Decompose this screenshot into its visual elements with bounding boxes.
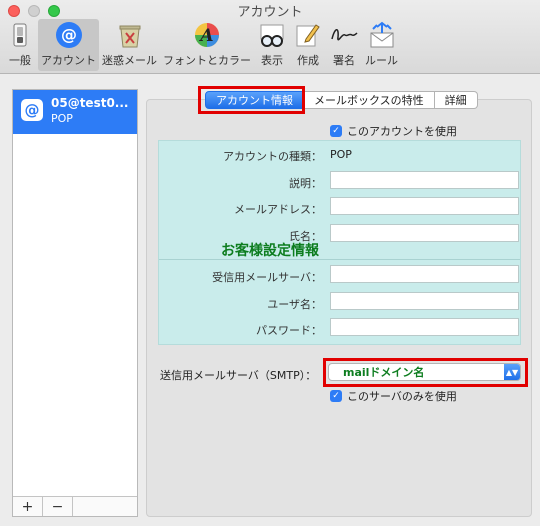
account-name: 05@test0... (51, 96, 129, 110)
customer-settings-title: お客様設定情報 (221, 243, 319, 259)
at-sign-icon: @ (54, 20, 84, 50)
toolbar-signatures[interactable]: 署名 (326, 19, 362, 71)
checkmark-icon: ✓ (330, 390, 342, 402)
at-sign-icon: @ (21, 99, 43, 121)
fonts-colors-icon: A (192, 20, 222, 50)
svg-text:A: A (198, 26, 213, 46)
toolbar-label: 作成 (297, 54, 319, 67)
toolbar-label: フォントとカラー (163, 54, 251, 67)
use-only-server-checkbox[interactable]: ✓ このサーバのみを使用 (330, 388, 457, 404)
switch-icon (5, 20, 35, 50)
checkmark-icon: ✓ (330, 125, 342, 137)
window-chrome: アカウント 一般 @ アカウント 迷惑メール A フォントとカラー 表示 作成 … (0, 0, 540, 74)
compose-pencil-icon (293, 20, 323, 50)
password-field[interactable] (330, 318, 519, 336)
svg-text:@: @ (61, 25, 77, 44)
highlight-box-tab (198, 86, 305, 114)
toolbar-label: ルール (365, 54, 398, 67)
toolbar-viewing[interactable]: 表示 (254, 19, 290, 71)
toolbar-composing[interactable]: 作成 (290, 19, 326, 71)
use-only-server-label: このサーバのみを使用 (347, 390, 457, 403)
email-label: メールアドレス： (234, 203, 322, 216)
toolbar-junk-mail[interactable]: 迷惑メール (99, 19, 160, 71)
incoming-server-field[interactable] (330, 265, 519, 283)
window-title: アカウント (237, 5, 303, 20)
username-field[interactable] (330, 292, 519, 310)
toolbar-label: 表示 (261, 54, 283, 67)
toolbar-fonts-colors[interactable]: A フォントとカラー (160, 19, 254, 71)
smtp-server-label: 送信用メールサーバ（SMTP）： (160, 369, 317, 382)
use-account-label: このアカウントを使用 (347, 125, 457, 138)
email-field[interactable] (330, 197, 519, 215)
toolbar-label: 一般 (9, 54, 31, 67)
remove-account-button[interactable]: − (43, 497, 73, 516)
glasses-icon (257, 20, 287, 50)
account-type-value: POP (330, 148, 352, 161)
junk-trash-icon (115, 20, 145, 50)
add-account-button[interactable]: + (13, 497, 43, 516)
tab-advanced[interactable]: 詳細 (434, 91, 478, 109)
use-account-checkbox[interactable]: ✓ このアカウントを使用 (330, 123, 457, 139)
highlight-box-smtp (323, 358, 528, 387)
signature-icon (329, 20, 359, 50)
account-list-item[interactable]: @ 05@test0... POP (13, 90, 137, 134)
account-list-footer: + − (13, 496, 137, 516)
toolbar-label: 署名 (333, 54, 355, 67)
password-label: パスワード： (256, 324, 322, 337)
toolbar-label: 迷惑メール (102, 54, 157, 67)
account-type: POP (51, 112, 73, 125)
account-list: @ 05@test0... POP + − (12, 89, 138, 517)
description-label: 説明： (289, 177, 322, 190)
toolbar-general[interactable]: 一般 (2, 19, 38, 71)
tab-mailbox-behaviors[interactable]: メールボックスの特性 (304, 91, 435, 109)
incoming-server-label: 受信用メールサーバ： (212, 271, 322, 284)
toolbar-accounts[interactable]: @ アカウント (38, 19, 99, 71)
rules-envelope-icon (367, 20, 397, 50)
toolbar-label: アカウント (41, 54, 96, 67)
toolbar-rules[interactable]: ルール (362, 19, 401, 71)
account-type-label: アカウントの種類： (223, 150, 322, 163)
username-label: ユーザ名： (267, 298, 322, 311)
preferences-toolbar: 一般 @ アカウント 迷惑メール A フォントとカラー 表示 作成 署名 ルール (2, 19, 401, 71)
description-field[interactable] (330, 171, 519, 189)
